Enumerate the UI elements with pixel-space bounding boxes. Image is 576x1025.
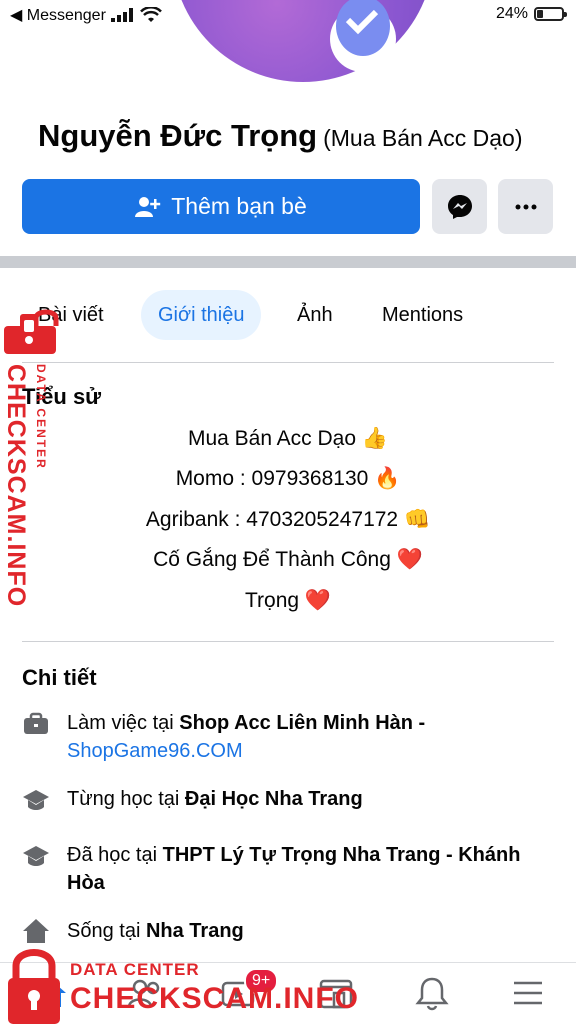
nav-notifications-icon[interactable]	[412, 973, 452, 1013]
bio-line: Trọng ❤️	[244, 589, 332, 612]
watermark-text-large: CHECKSCAM.INFO	[70, 982, 359, 1015]
detail-work-link[interactable]: ShopGame96.COM	[67, 740, 243, 762]
bio-line: Cố Gắng Để Thành Công ❤️	[153, 548, 423, 571]
tab-mentions[interactable]: Mentions	[382, 290, 463, 340]
detail-work-prefix: Làm việc tại	[67, 712, 180, 734]
detail-education-2-prefix: Đã học tại	[67, 844, 163, 866]
profile-alt-name: (Mua Bán Acc Dạo)	[323, 125, 523, 151]
detail-work: Làm việc tại Shop Acc Liên Minh Hàn - Sh…	[67, 709, 547, 765]
nav-menu-icon[interactable]	[508, 973, 548, 1013]
profile-name-text: Nguyễn Đức Trọng	[38, 118, 318, 153]
more-icon	[515, 204, 536, 209]
home-icon	[23, 919, 49, 943]
detail-lives: Sống tại Nha Trang	[67, 917, 547, 945]
divider	[22, 362, 554, 363]
profile-name: Nguyễn Đức Trọng (Mua Bán Acc Dạo)	[38, 118, 523, 154]
divider	[22, 641, 554, 642]
bio-line: Mua Bán Acc Dạo 👍	[187, 427, 389, 450]
section-divider	[0, 256, 576, 268]
watermark-lock-icon	[4, 309, 59, 354]
watermark-text-small: DATA CENTER	[34, 364, 48, 470]
messenger-button[interactable]	[432, 179, 487, 234]
detail-education-1: Từng học tại Đại Học Nha Trang	[67, 785, 547, 813]
education-icon	[23, 846, 49, 866]
education-icon	[23, 790, 49, 810]
briefcase-icon	[24, 712, 48, 734]
messenger-icon	[447, 194, 472, 219]
watermark-lock-icon	[8, 949, 60, 1024]
watermark-text-large: CHECKSCAM.INFO	[2, 364, 30, 608]
bio-line: Momo : 0979368130 🔥	[175, 467, 401, 490]
add-friend-label: Thêm bạn bè	[171, 193, 307, 219]
verified-badge-icon	[330, 0, 396, 72]
detail-education-1-prefix: Từng học tại	[67, 788, 185, 810]
bio-line: Agribank : 4703205247172 👊	[145, 508, 431, 531]
detail-lives-prefix: Sống tại	[67, 920, 146, 942]
more-options-button[interactable]	[498, 179, 553, 234]
tab-photos[interactable]: Ảnh	[297, 290, 333, 340]
add-friend-icon	[135, 196, 161, 217]
detail-work-place[interactable]: Shop Acc Liên Minh Hàn -	[179, 712, 425, 734]
detail-education-1-place[interactable]: Đại Học Nha Trang	[185, 788, 363, 810]
battery-percent: 24%	[495, 5, 528, 22]
add-friend-button[interactable]: Thêm bạn bè	[22, 179, 420, 234]
detail-lives-place[interactable]: Nha Trang	[146, 920, 244, 942]
details-heading: Chi tiết	[22, 665, 97, 690]
battery-icon	[534, 7, 567, 21]
tab-about[interactable]: Giới thiệu	[141, 290, 262, 340]
detail-education-2: Đã học tại THPT Lý Tự Trọng Nha Trang - …	[67, 841, 547, 897]
watermark-text-small: DATA CENTER	[70, 960, 200, 979]
